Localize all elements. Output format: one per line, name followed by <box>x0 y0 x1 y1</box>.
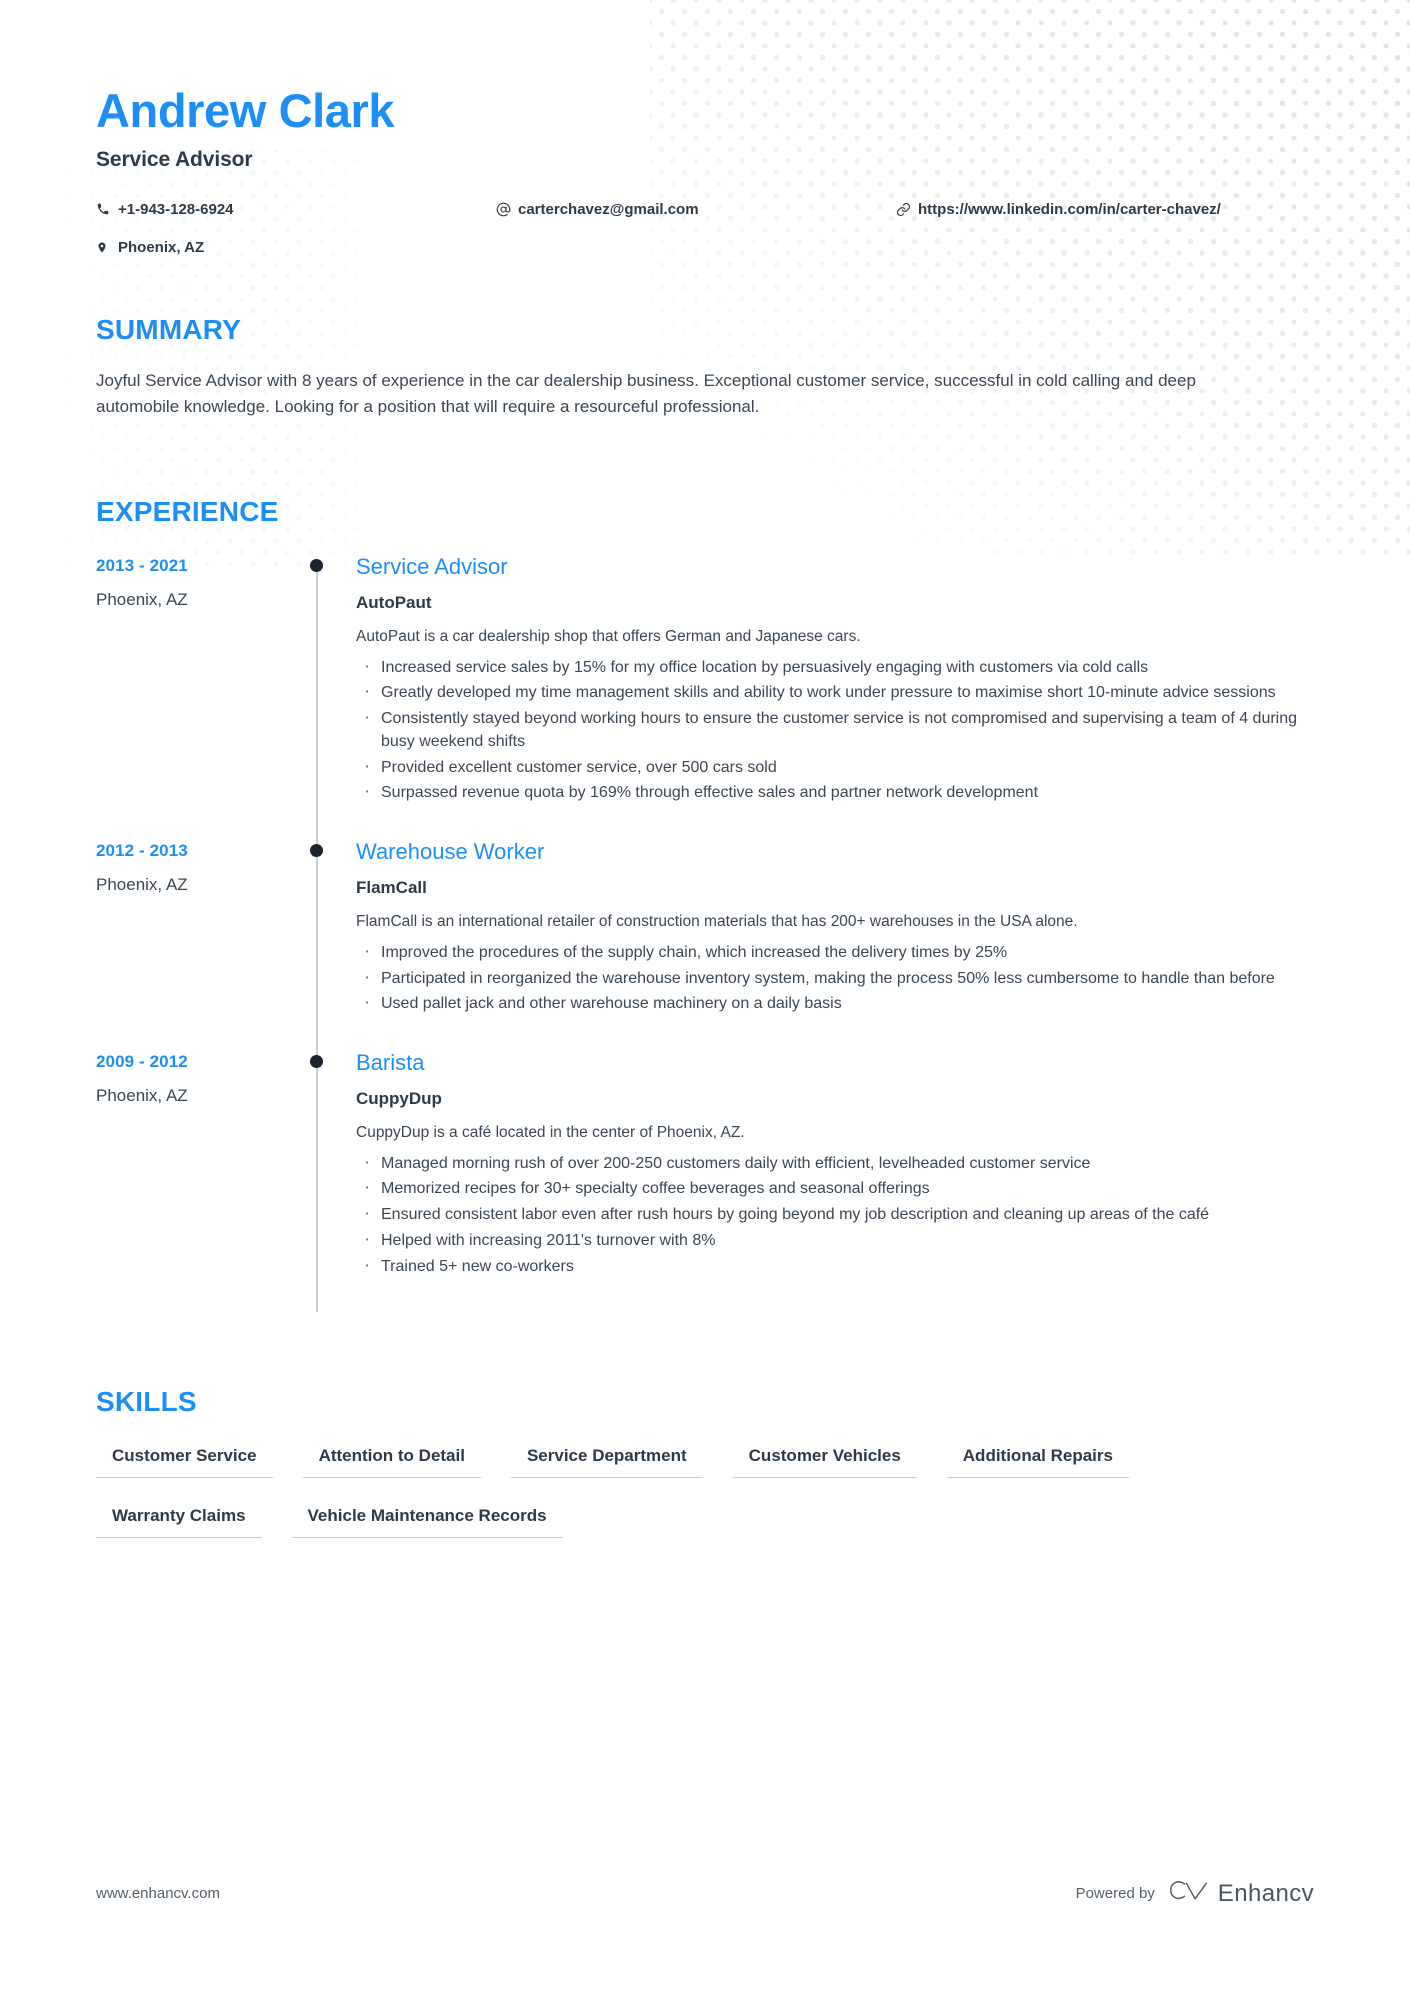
experience-company: CuppyDup <box>356 1089 442 1109</box>
skills-heading: SKILLS <box>96 1386 197 1418</box>
experience-meta: 2013 - 2021 Phoenix, AZ <box>96 554 288 839</box>
skill-chip: Customer Service <box>96 1446 273 1479</box>
experience-bullet: Helped with increasing 2011's turnover w… <box>356 1227 1314 1254</box>
experience-bullet: Increased service sales by 15% for my of… <box>356 654 1314 681</box>
experience-list: 2013 - 2021 Phoenix, AZ Service Advisor Aut… <box>96 554 1314 1313</box>
timeline-line <box>316 847 318 1076</box>
skill-chip: Additional Repairs <box>946 1446 1129 1479</box>
experience-role: Warehouse Worker <box>356 839 545 865</box>
experience-location: Phoenix, AZ <box>96 589 188 609</box>
experience-description: CuppyDup is a café located in the center… <box>356 1124 745 1142</box>
summary-text: Joyful Service Advisor with 8 years of e… <box>96 371 1196 417</box>
contact-email[interactable]: carterchavez@gmail.com <box>496 200 896 220</box>
experience-bullet: Consistently stayed beyond working hours… <box>356 705 1314 753</box>
experience-bullet-list: Improved the procedures of the supply ch… <box>356 939 1314 1017</box>
contact-email-text: carterchavez@gmail.com <box>518 200 699 218</box>
contact-linkedin-link[interactable]: https://www.linkedin.com/in/carter-chave… <box>896 200 1236 220</box>
timeline-dot <box>310 844 323 858</box>
experience-bullet: Used pallet jack and other warehouse mac… <box>356 990 1314 1017</box>
resume-page: Andrew Clark Service Advisor +1-943-128-… <box>0 0 1410 1995</box>
summary-heading: SUMMARY <box>96 314 242 346</box>
powered-by-label: Powered by <box>1075 1885 1155 1902</box>
experience-meta: 2012 - 2013 Phoenix, AZ <box>96 839 288 1050</box>
experience-description: FlamCall is an international retailer of… <box>356 913 1078 931</box>
timeline-dot <box>310 558 323 572</box>
enhancv-logo-icon <box>1169 1878 1209 1909</box>
experience-heading: EXPERIENCE <box>96 495 279 527</box>
experience-bullet-list: Managed morning rush of over 200-250 cus… <box>356 1150 1314 1280</box>
experience-bullet: Surpassed revenue quota by 169% through … <box>356 779 1314 806</box>
experience-bullet-list: Increased service sales by 15% for my of… <box>356 654 1314 806</box>
skill-chip: Warranty Claims <box>96 1506 262 1539</box>
experience-item: 2009 - 2012 Phoenix, AZ Barista CuppyDup Cup… <box>96 1050 1314 1313</box>
footer-website-url[interactable]: www.enhancv.com <box>96 1885 220 1902</box>
skills-list: Customer Service Attention to Detail Servi… <box>96 1446 1314 1566</box>
experience-body: Barista CuppyDup CuppyDup is a café locate… <box>356 1050 1314 1312</box>
skill-chip: Customer Vehicles <box>732 1446 917 1479</box>
timeline-rail <box>288 1050 356 1313</box>
experience-bullet: Participated in reorganized the warehous… <box>356 965 1314 992</box>
candidate-job-title: Service Advisor <box>96 147 253 171</box>
experience-company: AutoPaut <box>356 593 432 613</box>
enhancv-brand: Enhancv <box>1169 1878 1314 1909</box>
experience-bullet: Memorized recipes for 30+ specialty coff… <box>356 1175 1314 1202</box>
experience-company: FlamCall <box>356 878 427 898</box>
powered-by-block: Powered by Enhancv <box>1076 1878 1314 1909</box>
resume-header: Andrew Clark Service Advisor +1-943-128-… <box>96 0 1314 258</box>
experience-bullet: Trained 5+ new co-workers <box>356 1253 1314 1280</box>
contact-location-text: Phoenix, AZ <box>118 239 205 257</box>
skill-chip: Vehicle Maintenance Records <box>291 1506 563 1539</box>
resume-footer: www.enhancv.com Powered by Enhancv <box>96 1878 1314 1909</box>
contact-phone[interactable]: +1-943-128-6924 <box>96 200 496 220</box>
experience-bullet: Ensured consistent labor even after rush… <box>356 1201 1314 1228</box>
skills-section: SKILLS Customer Service Attention to Deta… <box>96 1386 1314 1566</box>
experience-role: Barista <box>356 1049 425 1075</box>
phone-icon <box>96 200 118 216</box>
experience-section: EXPERIENCE 2013 - 2021 Phoenix, AZ Service… <box>96 495 1314 1313</box>
experience-bullet: Provided excellent customer service, ove… <box>356 754 1314 781</box>
link-icon <box>896 200 918 217</box>
timeline-line <box>316 1057 318 1313</box>
candidate-name: Andrew Clark <box>96 84 395 137</box>
resume-content: Andrew Clark Service Advisor +1-943-128-… <box>0 0 1410 1566</box>
timeline-line <box>316 561 318 866</box>
contact-link-text: https://www.linkedin.com/in/carter-chave… <box>918 200 1221 218</box>
experience-bullet: Greatly developed my time management ski… <box>356 679 1314 706</box>
experience-bullet: Improved the procedures of the supply ch… <box>356 939 1314 966</box>
skill-chip: Service Department <box>510 1446 703 1479</box>
experience-body: Warehouse Worker FlamCall FlamCall is an i… <box>356 839 1314 1050</box>
experience-location: Phoenix, AZ <box>96 875 188 895</box>
experience-bullet: Managed morning rush of over 200-250 cus… <box>356 1150 1314 1177</box>
contact-phone-text: +1-943-128-6924 <box>118 200 234 218</box>
experience-role: Service Advisor <box>356 553 508 579</box>
experience-dates: 2012 - 2013 <box>96 841 188 861</box>
timeline-rail <box>288 839 356 1076</box>
experience-dates: 2013 - 2021 <box>96 555 188 575</box>
experience-description: AutoPaut is a car dealership shop that o… <box>356 628 861 646</box>
experience-dates: 2009 - 2012 <box>96 1051 188 1071</box>
experience-item: 2012 - 2013 Phoenix, AZ Warehouse Worker Fl… <box>96 839 1314 1076</box>
skill-chip: Attention to Detail <box>302 1446 481 1479</box>
map-pin-icon <box>96 238 118 255</box>
timeline-dot <box>310 1054 323 1068</box>
experience-item: 2013 - 2021 Phoenix, AZ Service Advisor Aut… <box>96 554 1314 866</box>
experience-location: Phoenix, AZ <box>96 1085 188 1105</box>
at-sign-icon <box>496 200 518 217</box>
enhancv-brand-name: Enhancv <box>1217 1879 1314 1907</box>
timeline-rail <box>288 554 356 866</box>
experience-body: Service Advisor AutoPaut AutoPaut is a car… <box>356 554 1314 839</box>
experience-meta: 2009 - 2012 Phoenix, AZ <box>96 1050 288 1312</box>
summary-section: SUMMARY Joyful Service Advisor with 8 ye… <box>96 314 1314 420</box>
contact-location: Phoenix, AZ <box>96 238 496 258</box>
contact-details: +1-943-128-6924 carterchavez@gmail.com h… <box>96 200 1314 259</box>
